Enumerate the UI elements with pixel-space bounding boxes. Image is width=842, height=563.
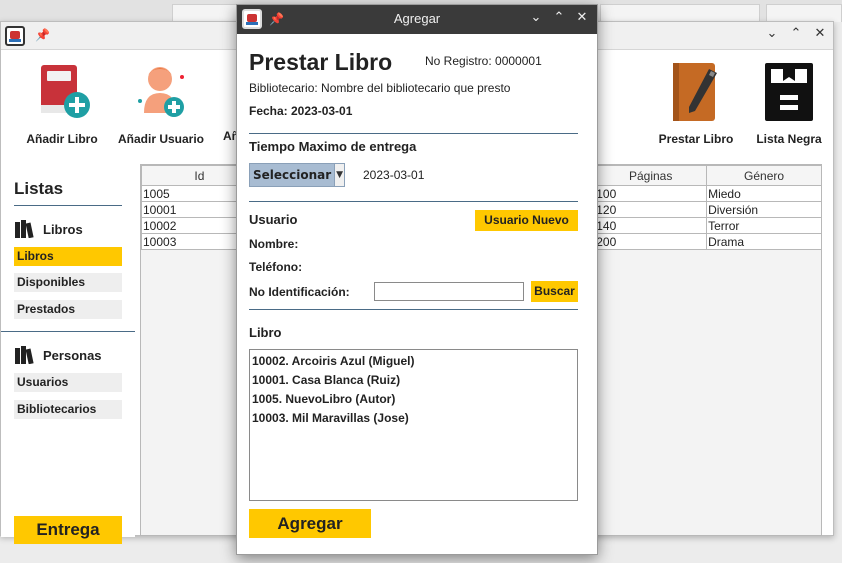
identificacion-input[interactable] — [374, 282, 524, 301]
close-icon[interactable]: ✕ — [809, 26, 831, 41]
cell-paginas: 120 — [594, 201, 708, 218]
blacklist-label: Lista Negra — [756, 132, 822, 146]
section-divider — [249, 309, 578, 310]
background-tab[interactable] — [600, 4, 760, 22]
add-user-label: Añadir Usuario — [117, 132, 204, 146]
column-header-genero[interactable]: Género — [706, 165, 822, 186]
tiempo-select[interactable]: Seleccionar ▼ — [249, 163, 345, 187]
pin-icon[interactable]: 📌 — [35, 28, 50, 42]
books-icon — [15, 346, 34, 364]
close-icon[interactable]: ✕ — [571, 10, 593, 25]
maximize-icon[interactable]: ⌃ — [785, 26, 807, 41]
add-book-button[interactable]: Añadir Libro — [23, 61, 101, 146]
book-list[interactable]: 10002. Arcoiris Azul (Miguel) 10001. Cas… — [249, 349, 578, 501]
cell-paginas: 140 — [594, 217, 708, 234]
cell-paginas: 200 — [594, 233, 708, 250]
chevron-down-icon[interactable]: ▼ — [334, 164, 344, 186]
sidebar: Listas Libros Libros Disponibles Prestad… — [1, 162, 135, 544]
agregar-button[interactable]: Agregar — [249, 509, 371, 538]
libro-label: Libro — [249, 325, 282, 340]
usuario-label: Usuario — [249, 212, 298, 227]
identificacion-label: No Identificación: — [249, 285, 350, 299]
bibliotecario-text: Bibliotecario: Nombre del bibliotecario … — [249, 81, 511, 95]
agregar-dialog: 📌 Agregar ⌄ ⌃ ✕ Prestar Libro No Registr… — [236, 4, 598, 555]
app-icon — [5, 26, 25, 46]
add-book-label: Añadir Libro — [26, 132, 98, 146]
cell-genero: Diversión — [706, 201, 822, 218]
minimize-icon[interactable]: ⌄ — [761, 26, 783, 41]
list-item[interactable]: 10002. Arcoiris Azul (Miguel) — [252, 352, 575, 371]
personas-group-label: Personas — [43, 347, 102, 363]
section-divider — [249, 201, 578, 202]
add-book-icon — [41, 65, 90, 118]
libros-group-header: Libros — [14, 220, 83, 238]
sidebar-item-prestados[interactable]: Prestados — [14, 300, 122, 319]
sidebar-item-disponibles[interactable]: Disponibles — [14, 273, 122, 292]
blacklist-button[interactable]: Lista Negra — [751, 61, 827, 146]
section-divider — [249, 133, 578, 134]
cell-paginas: 100 — [594, 185, 708, 202]
add-user-button[interactable]: Añadir Usuario — [115, 61, 207, 146]
sidebar-divider — [14, 205, 122, 206]
dialog-heading: Prestar Libro — [249, 49, 393, 75]
column-header-paginas[interactable]: Páginas — [594, 165, 708, 186]
list-item[interactable]: 10003. Mil Maravillas (Jose) — [252, 409, 575, 428]
lend-book-label: Prestar Libro — [658, 132, 734, 146]
cell-genero: Miedo — [706, 185, 822, 202]
background-tab[interactable] — [766, 4, 842, 22]
select-value: Seleccionar — [250, 164, 335, 186]
cell-genero: Terror — [706, 217, 822, 234]
sidebar-item-bibliotecarios[interactable]: Bibliotecarios — [14, 400, 122, 419]
telefono-label: Teléfono: — [249, 260, 303, 274]
sidebar-item-usuarios[interactable]: Usuarios — [14, 373, 122, 392]
list-item[interactable]: 1005. NuevoLibro (Autor) — [252, 390, 575, 409]
registro-number: No Registro: 0000001 — [425, 54, 542, 68]
sidebar-heading: Listas — [14, 179, 64, 198]
blacklist-icon — [765, 63, 813, 121]
add-user-icon — [138, 67, 184, 117]
lend-book-icon — [673, 63, 717, 121]
selected-date: 2023-03-01 — [363, 168, 425, 182]
usuario-nuevo-button[interactable]: Usuario Nuevo — [475, 210, 578, 231]
personas-group-header: Personas — [14, 346, 102, 364]
tiempo-label: Tiempo Maximo de entrega — [249, 139, 417, 154]
minimize-icon[interactable]: ⌄ — [525, 10, 547, 25]
buscar-button[interactable]: Buscar — [531, 281, 578, 302]
list-item[interactable]: 10001. Casa Blanca (Ruiz) — [252, 371, 575, 390]
sidebar-item-libros[interactable]: Libros — [14, 247, 122, 266]
maximize-icon[interactable]: ⌃ — [548, 10, 570, 25]
fecha-text: Fecha: 2023-03-01 — [249, 104, 353, 118]
background-tab[interactable] — [172, 4, 238, 22]
nombre-label: Nombre: — [249, 237, 299, 251]
dialog-titlebar: 📌 Agregar ⌄ ⌃ ✕ — [237, 5, 597, 34]
cell-genero: Drama — [706, 233, 822, 250]
books-icon — [15, 220, 34, 238]
lend-book-button[interactable]: Prestar Libro — [653, 61, 739, 146]
libros-group-label: Libros — [43, 221, 83, 237]
entrega-button[interactable]: Entrega — [14, 516, 122, 544]
sidebar-divider — [1, 331, 135, 332]
